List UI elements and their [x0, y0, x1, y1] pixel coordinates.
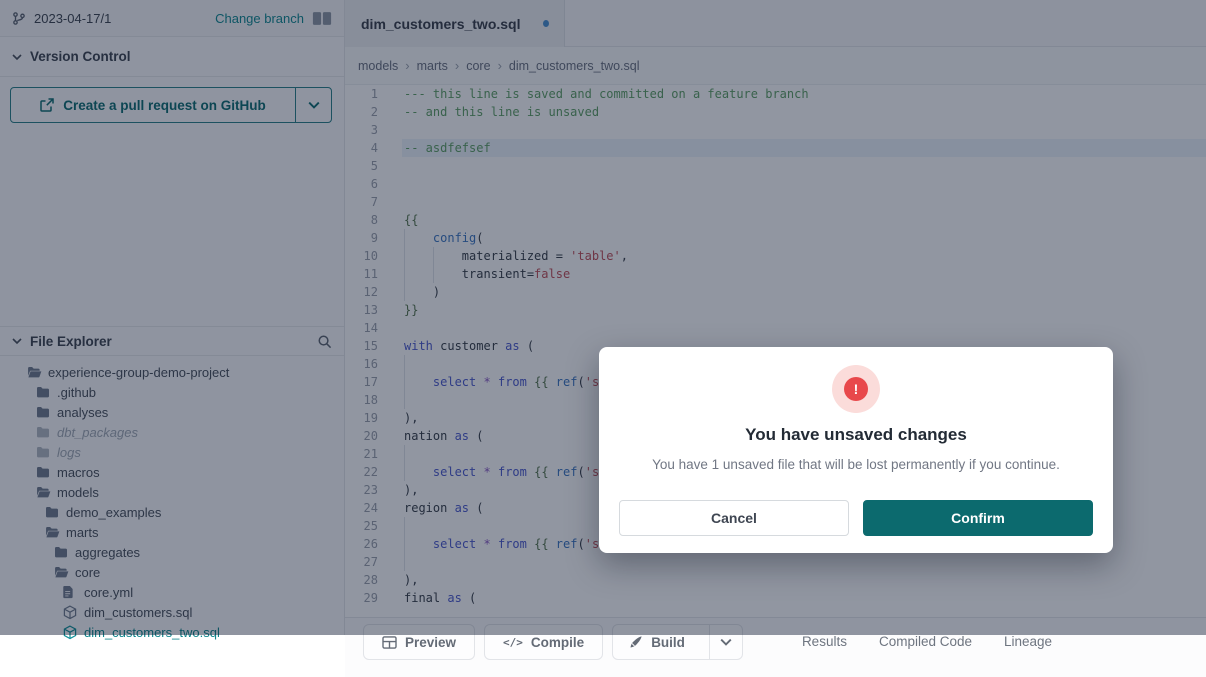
- compile-label: Compile: [531, 635, 584, 650]
- alert-icon: !: [832, 365, 880, 413]
- tab-results[interactable]: Results: [802, 634, 847, 649]
- preview-table-icon: [382, 636, 397, 649]
- code-brackets-icon: </>: [503, 636, 523, 649]
- cancel-button[interactable]: Cancel: [619, 500, 849, 536]
- modal-body-text: You have 1 unsaved file that will be los…: [599, 457, 1113, 472]
- modal-title: You have unsaved changes: [599, 425, 1113, 445]
- confirm-button[interactable]: Confirm: [863, 500, 1093, 536]
- build-label: Build: [651, 635, 685, 650]
- tab-compiled-code[interactable]: Compiled Code: [879, 634, 972, 649]
- rocket-icon: [629, 635, 643, 649]
- exclamation-icon: !: [844, 377, 868, 401]
- unsaved-changes-modal: ! You have unsaved changes You have 1 un…: [599, 347, 1113, 553]
- preview-label: Preview: [405, 635, 456, 650]
- tab-lineage[interactable]: Lineage: [1004, 634, 1052, 649]
